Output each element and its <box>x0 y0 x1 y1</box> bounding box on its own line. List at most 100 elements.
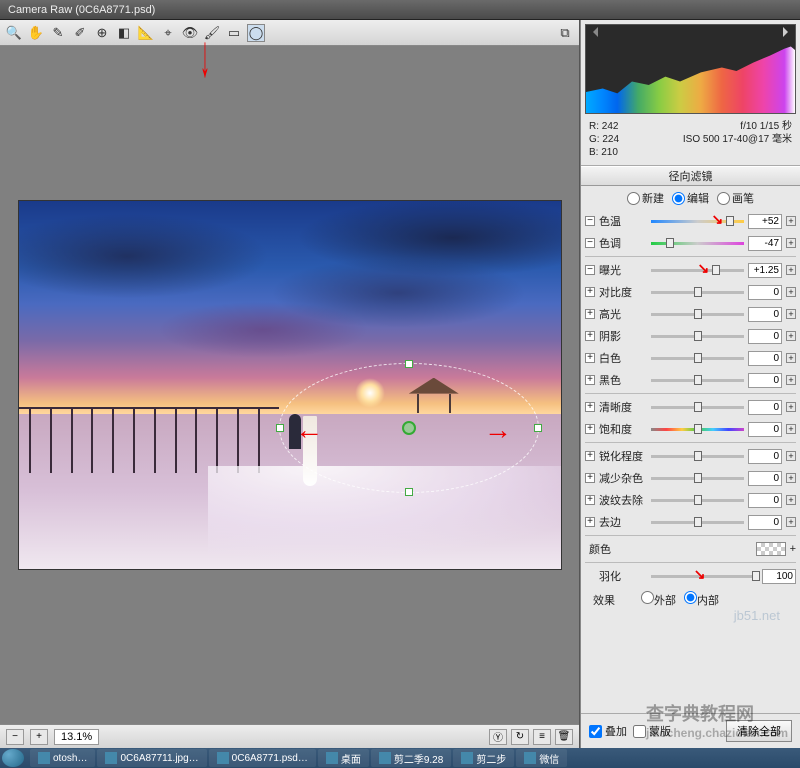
effect-outside[interactable]: 外部 <box>641 591 676 608</box>
taskbar[interactable]: otosh…0C6A87711.jpg…0C6A8771.psd…桌面剪二季9.… <box>0 748 800 768</box>
radial-filter-icon[interactable]: ◯ <box>248 25 264 41</box>
redeye-icon[interactable]: 👁 <box>182 25 198 41</box>
slider-track[interactable] <box>651 330 744 342</box>
slider-value[interactable] <box>748 214 782 229</box>
slider-value[interactable] <box>748 236 782 251</box>
slider-plus-icon[interactable]: + <box>786 424 796 434</box>
slider-track[interactable]: ↘ <box>651 570 758 582</box>
radial-handle[interactable] <box>405 488 413 496</box>
slider-track[interactable] <box>651 286 744 298</box>
slider-toggle[interactable] <box>585 375 595 385</box>
slider-value[interactable] <box>748 471 782 486</box>
slider-value[interactable] <box>748 449 782 464</box>
slider-toggle[interactable] <box>585 451 595 461</box>
spot-removal-icon[interactable]: ⌖ <box>160 25 176 41</box>
slider-plus-icon[interactable]: + <box>786 331 796 341</box>
radial-filter-overlay[interactable]: ← → <box>279 363 539 493</box>
mask-checkbox[interactable]: 蒙版 <box>633 723 671 739</box>
start-button-icon[interactable] <box>2 749 24 767</box>
slider-plus-icon[interactable]: + <box>786 287 796 297</box>
mode-brush[interactable]: 画笔 <box>717 190 754 206</box>
slider-value[interactable] <box>748 307 782 322</box>
slider-toggle[interactable] <box>585 331 595 341</box>
slider-toggle[interactable] <box>585 216 595 226</box>
shadow-clip-icon[interactable] <box>588 27 598 37</box>
radial-pin-icon[interactable] <box>402 421 416 435</box>
brush-icon[interactable]: 🖌 <box>204 25 220 41</box>
slider-plus-icon[interactable]: + <box>786 451 796 461</box>
zoom-out-icon[interactable]: − <box>6 729 24 745</box>
slider-value[interactable] <box>748 422 782 437</box>
eyedropper-icon[interactable]: ✎ <box>50 25 66 41</box>
slider-value[interactable] <box>748 285 782 300</box>
slider-toggle[interactable] <box>585 265 595 275</box>
slider-track[interactable] <box>651 374 744 386</box>
slider-plus-icon[interactable]: + <box>786 375 796 385</box>
slider-toggle[interactable] <box>585 402 595 412</box>
color-swatch[interactable] <box>756 542 786 556</box>
taskbar-item[interactable]: 桌面 <box>318 749 369 767</box>
taskbar-item[interactable]: 剪二步 <box>453 749 514 767</box>
photo-preview[interactable]: ← → <box>18 200 562 570</box>
slider-toggle[interactable] <box>585 309 595 319</box>
effect-inside[interactable]: 内部 <box>684 591 719 608</box>
slider-toggle[interactable] <box>585 287 595 297</box>
target-adjust-icon[interactable]: ⊕ <box>94 25 110 41</box>
slider-track[interactable] <box>651 494 744 506</box>
preview-toggle-icon[interactable]: ⧉ <box>557 25 573 41</box>
slider-value[interactable] <box>748 515 782 530</box>
panel-tab[interactable]: 径向滤镜 <box>581 166 800 186</box>
slider-toggle[interactable] <box>585 353 595 363</box>
slider-plus-icon[interactable]: + <box>786 473 796 483</box>
crop-icon[interactable]: ◧ <box>116 25 132 41</box>
slider-value[interactable] <box>748 351 782 366</box>
mode-edit[interactable]: 编辑 <box>672 190 709 206</box>
slider-track[interactable] <box>651 352 744 364</box>
slider-toggle[interactable] <box>585 238 595 248</box>
slider-value[interactable] <box>748 329 782 344</box>
zoom-in-icon[interactable]: + <box>30 729 48 745</box>
slider-value[interactable] <box>748 263 782 278</box>
trash-icon[interactable]: 🗑 <box>555 729 573 745</box>
sampler-icon[interactable]: ✐ <box>72 25 88 41</box>
taskbar-item[interactable]: 剪二季9.28 <box>371 749 451 767</box>
grad-filter-icon[interactable]: ▭ <box>226 25 242 41</box>
radial-handle[interactable] <box>276 424 284 432</box>
slider-toggle[interactable] <box>585 424 595 434</box>
status-icon[interactable]: Ⓨ <box>489 729 507 745</box>
slider-plus-icon[interactable]: + <box>790 543 796 555</box>
slider-plus-icon[interactable]: + <box>786 309 796 319</box>
slider-plus-icon[interactable]: + <box>786 517 796 527</box>
slider-toggle[interactable] <box>585 473 595 483</box>
taskbar-item[interactable]: 0C6A8771.psd… <box>209 749 316 767</box>
slider-value[interactable] <box>748 493 782 508</box>
zoom-tool-icon[interactable]: 🔍 <box>6 25 22 41</box>
slider-plus-icon[interactable]: + <box>786 216 796 226</box>
mode-new[interactable]: 新建 <box>627 190 664 206</box>
histogram[interactable] <box>585 24 796 114</box>
taskbar-item[interactable]: 微信 <box>516 749 567 767</box>
straighten-icon[interactable]: 📐 <box>138 25 154 41</box>
slider-plus-icon[interactable]: + <box>786 402 796 412</box>
slider-track[interactable]: ↘ <box>651 264 744 276</box>
slider-plus-icon[interactable]: + <box>786 238 796 248</box>
canvas-area[interactable]: ← → <box>0 46 579 724</box>
highlight-clip-icon[interactable] <box>783 27 793 37</box>
slider-track[interactable] <box>651 401 744 413</box>
taskbar-item[interactable]: otosh… <box>30 749 95 767</box>
slider-toggle[interactable] <box>585 517 595 527</box>
radial-handle[interactable] <box>405 360 413 368</box>
hand-tool-icon[interactable]: ✋ <box>28 25 44 41</box>
slider-value[interactable] <box>762 569 796 584</box>
slider-plus-icon[interactable]: + <box>786 495 796 505</box>
status-icon[interactable]: ≡ <box>533 729 551 745</box>
slider-value[interactable] <box>748 373 782 388</box>
taskbar-item[interactable]: 0C6A87711.jpg… <box>97 749 206 767</box>
slider-track[interactable] <box>651 423 744 435</box>
clear-all-button[interactable]: 清除全部 <box>726 720 792 742</box>
overlay-checkbox[interactable]: 叠加 <box>589 723 627 739</box>
zoom-level[interactable]: 13.1% <box>54 729 99 745</box>
slider-value[interactable] <box>748 400 782 415</box>
slider-plus-icon[interactable]: + <box>786 265 796 275</box>
slider-track[interactable] <box>651 516 744 528</box>
